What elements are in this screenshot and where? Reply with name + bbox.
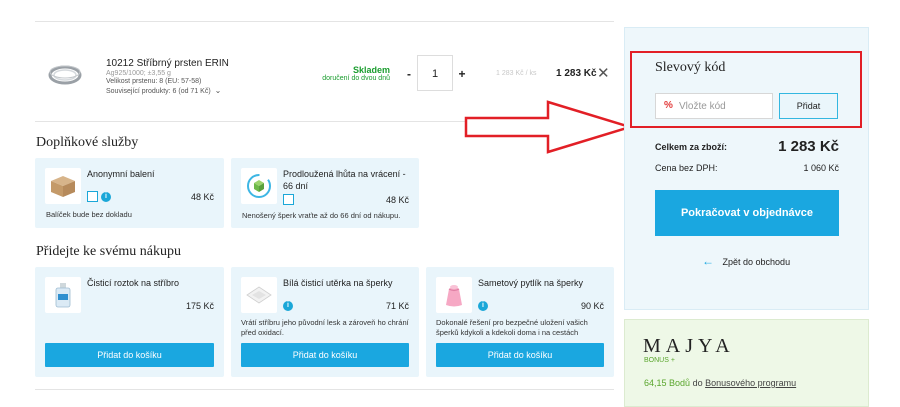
service-checkbox[interactable] <box>283 194 294 205</box>
bonus-program-label: BONUS + <box>644 357 675 364</box>
total-value: 1 283 Kč <box>778 138 839 155</box>
stock-status: Skladem doručení do dvou dnů <box>318 65 390 82</box>
related-products-label: Související produkty: 6 (od 71 Kč) <box>106 88 211 95</box>
addon-card-velvet-pouch: Sametový pytlík na šperky i 90 Kč Dokona… <box>426 267 614 377</box>
arrow-left-icon: ← <box>702 254 714 268</box>
addon-price: 71 Kč <box>385 301 409 311</box>
discount-heading: Slevový kód <box>655 60 726 75</box>
line-total-price: 1 283 Kč <box>556 68 597 79</box>
product-material: Ag925/1000; ±3,55 g <box>106 70 171 77</box>
bonus-connector: do <box>692 378 703 388</box>
product-title[interactable]: 10212 Stříbrný prsten ERIN <box>106 58 229 69</box>
unit-price: 1 283 Kč / ks <box>496 70 537 77</box>
red-arrow-annotation <box>464 98 636 161</box>
bonus-points-value: 64,15 Bodů <box>644 378 691 388</box>
addon-title: Bílá čisticí utěrka na šperky <box>283 278 393 288</box>
add-to-cart-button[interactable]: Přidat do košíku <box>436 343 604 367</box>
service-description: Nenošený šperk vraťte až do 66 dní od ná… <box>242 211 401 220</box>
back-to-shop-link[interactable]: ← Zpět do obchodu <box>702 254 790 268</box>
product-size: Velikost prstenu: 8 (EU: 57-58) <box>106 78 202 85</box>
services-heading: Doplňkové služby <box>36 135 139 150</box>
net-price-value: 1 060 Kč <box>803 163 839 173</box>
bonus-points-text: 64,15 Bodů do Bonusového programu <box>644 378 796 388</box>
addons-heading: Přidejte ke svému nákupu <box>36 244 182 259</box>
related-products[interactable]: Související produkty: 6 (od 71 Kč) ⌄ <box>106 86 221 95</box>
service-title: Anonymní balení <box>87 169 155 179</box>
addon-description: Dokonalé řešení pro bezpečné uložení vaš… <box>436 318 588 338</box>
remove-item-icon[interactable]: ✕ <box>597 64 610 82</box>
service-price: 48 Kč <box>190 192 214 202</box>
net-price-label: Cena bez DPH: <box>655 163 718 173</box>
addon-price: 90 Kč <box>580 301 604 311</box>
discount-code-placeholder: Vložte kód <box>679 101 726 112</box>
addon-price: 175 Kč <box>185 301 214 311</box>
info-icon[interactable]: i <box>101 192 111 202</box>
apply-discount-button[interactable]: Přidat <box>779 93 838 119</box>
info-icon[interactable]: i <box>283 301 293 311</box>
stock-label: Skladem <box>352 65 390 75</box>
add-to-cart-button[interactable]: Přidat do košíku <box>241 343 409 367</box>
chevron-down-icon[interactable]: ⌄ <box>215 86 222 95</box>
addon-card-cleaning-solution: Čisticí roztok na stříbro 175 Kč Přidat … <box>35 267 224 377</box>
package-icon <box>45 168 81 204</box>
service-price: 48 Kč <box>385 195 409 205</box>
service-card-anonymous: Anonymní balení i 48 Kč Balíček bude bez… <box>35 158 224 228</box>
quantity-increase-button[interactable]: + <box>456 67 468 81</box>
back-to-shop-label: Zpět do obchodu <box>722 257 791 267</box>
addon-description: Vrátí stříbru jeho původní lesk a zárove… <box>241 318 409 338</box>
addon-title: Sametový pytlík na šperky <box>478 278 584 288</box>
service-description: Balíček bude bez dokladu <box>46 210 132 219</box>
bonus-program-link[interactable]: Bonusového programu <box>705 378 796 388</box>
brand-logo: MAJYA <box>643 335 735 357</box>
service-card-extended-return: Prodloužená lhůta na vrácení - 66 dní 48… <box>231 158 419 228</box>
service-title: Prodloužená lhůta na vrácení - 66 dní <box>283 169 406 191</box>
bottle-icon <box>45 277 81 313</box>
bottom-divider <box>35 389 614 390</box>
addon-card-cleaning-cloth: Bílá čisticí utěrka na šperky i 71 Kč Vr… <box>231 267 419 377</box>
addon-title: Čisticí roztok na stříbro <box>87 278 180 288</box>
percent-icon: % <box>664 100 673 111</box>
ring-image[interactable] <box>46 60 84 90</box>
add-to-cart-button[interactable]: Přidat do košíku <box>45 343 214 367</box>
pouch-icon <box>436 277 472 313</box>
info-icon[interactable]: i <box>478 301 488 311</box>
discount-code-input[interactable]: % Vložte kód <box>655 93 773 119</box>
top-divider <box>35 21 614 22</box>
continue-order-button[interactable]: Pokračovat v objednávce <box>655 190 839 236</box>
delivery-label: doručení do dvou dnů <box>322 75 390 82</box>
quantity-decrease-button[interactable]: - <box>404 67 414 81</box>
quantity-input[interactable]: 1 <box>417 55 453 91</box>
cloth-icon <box>241 277 277 313</box>
total-label: Celkem za zboží: <box>655 142 728 152</box>
return-box-icon <box>241 168 277 204</box>
service-checkbox[interactable] <box>87 191 98 202</box>
